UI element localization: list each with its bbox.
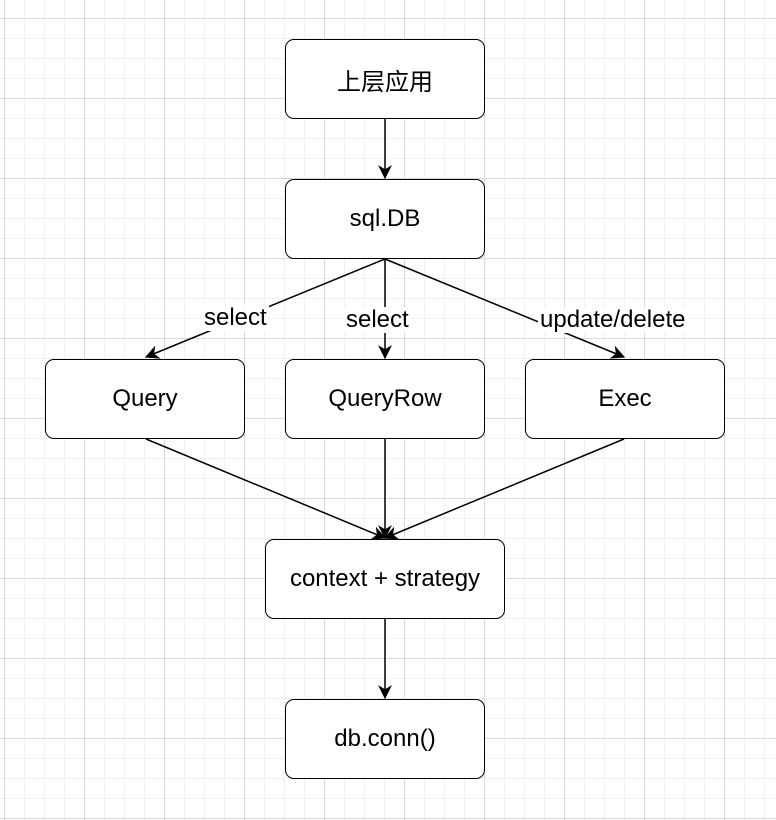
node-upper-application[interactable]: 上层应用: [285, 39, 485, 119]
node-exec[interactable]: Exec: [525, 359, 725, 439]
node-context-strategy[interactable]: context + strategy: [265, 539, 505, 619]
edge-exec-to-context: [383, 438, 625, 540]
edge-query-to-context: [145, 438, 387, 540]
node-sql-db[interactable]: sql.DB: [285, 179, 485, 259]
node-db-conn[interactable]: db.conn(): [285, 699, 485, 779]
edge-label-select-queryrow: select: [344, 306, 411, 333]
edge-label-update-delete: update/delete: [538, 306, 688, 333]
node-query[interactable]: Query: [45, 359, 245, 439]
node-queryrow[interactable]: QueryRow: [285, 359, 485, 439]
edge-label-select-query: select: [202, 304, 269, 331]
